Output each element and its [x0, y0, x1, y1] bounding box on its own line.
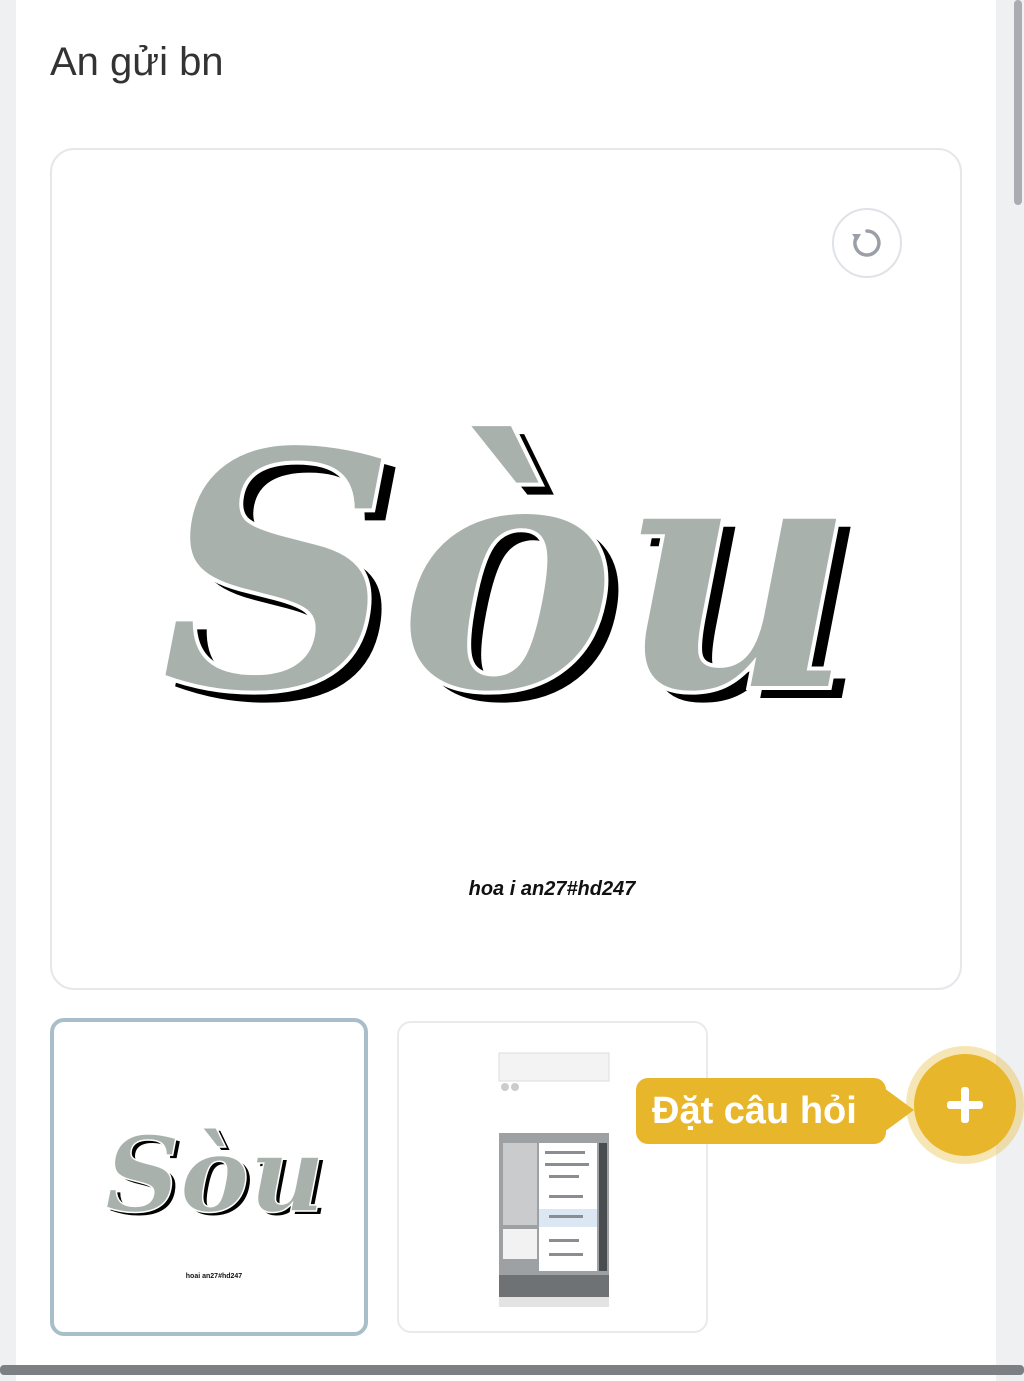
- thumbnail-1[interactable]: Sòu Sòu hoai an27#hd247: [50, 1018, 368, 1336]
- main-signature: hoa i an27#hd247: [469, 878, 637, 900]
- rotate-icon: [852, 229, 881, 257]
- bottom-scrollbar[interactable]: [0, 1365, 1024, 1375]
- rotate-button[interactable]: [832, 208, 902, 278]
- scrollbar[interactable]: [1014, 0, 1022, 205]
- thumb-art-text: Sòu: [105, 1113, 325, 1236]
- main-image: Sòu Sòu hoa i an27#hd247: [157, 376, 869, 900]
- thumb-signature: hoai an27#hd247: [186, 1273, 243, 1280]
- ask-question-label: Đặt câu hỏi: [652, 1089, 857, 1132]
- message-text: An gửi bn: [50, 40, 224, 84]
- thumbnail-1-image: Sòu Sòu hoai an27#hd247: [104, 1112, 329, 1280]
- left-gutter: [0, 0, 16, 1381]
- ask-question-plus-button[interactable]: [914, 1054, 1016, 1156]
- main-image-card: Sòu Sòu hoa i an27#hd247: [50, 148, 962, 990]
- ask-question-arrow: [884, 1088, 914, 1132]
- ask-question-button[interactable]: Đặt câu hỏi: [636, 1078, 886, 1144]
- thumbnail-2[interactable]: [397, 1021, 708, 1333]
- plus-icon: [947, 1087, 983, 1123]
- main-art-text: Sòu: [159, 378, 857, 766]
- right-gutter: [996, 0, 1024, 1381]
- thumbnail-2-image: [498, 1052, 610, 1307]
